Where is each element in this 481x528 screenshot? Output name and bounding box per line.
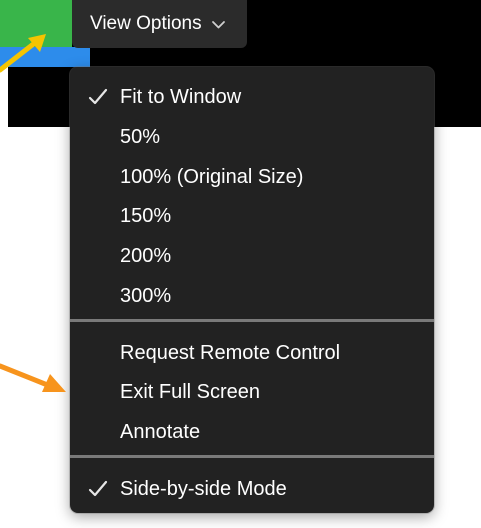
menu-item-zoom-150[interactable]: 150% xyxy=(70,196,434,236)
menu-item-zoom-300[interactable]: 300% xyxy=(70,276,434,316)
menu-separator xyxy=(70,319,434,322)
menu-item-exit-full-screen[interactable]: Exit Full Screen xyxy=(70,372,434,412)
yellow-arrow-icon xyxy=(0,34,46,73)
menu-item-label: 50% xyxy=(120,125,161,148)
menu-item-fit-to-window[interactable]: Fit to Window xyxy=(70,77,434,117)
view-options-menu: Fit to Window 50% 100% (Original Size) 1… xyxy=(70,67,434,513)
menu-item-annotate[interactable]: Annotate xyxy=(70,412,434,452)
menu-item-label: Request Remote Control xyxy=(120,341,341,364)
menu-item-zoom-50[interactable]: 50% xyxy=(70,117,434,157)
menu-item-label: Annotate xyxy=(120,420,201,443)
menu-item-label: 150% xyxy=(120,204,172,227)
menu-item-label: 300% xyxy=(120,284,172,307)
menu-item-side-by-side-mode[interactable]: Side-by-side Mode xyxy=(70,469,434,509)
orange-arrow-icon xyxy=(0,363,66,392)
checkmark-icon xyxy=(88,480,108,497)
menu-item-label: 100% (Original Size) xyxy=(120,165,304,188)
menu-item-label: Side-by-side Mode xyxy=(120,477,287,500)
menu-item-request-remote-control[interactable]: Request Remote Control xyxy=(70,333,434,373)
menu-item-label: Exit Full Screen xyxy=(120,380,261,403)
view-options-label: View Options xyxy=(90,13,202,34)
menu-item-label: 200% xyxy=(120,244,172,267)
menu-separator xyxy=(70,455,434,458)
view-options-button[interactable]: View Options xyxy=(72,0,247,48)
menu-item-label: Fit to Window xyxy=(120,85,242,108)
menu-item-zoom-100[interactable]: 100% (Original Size) xyxy=(70,157,434,197)
chevron-down-icon xyxy=(211,20,225,28)
menu-item-zoom-200[interactable]: 200% xyxy=(70,236,434,276)
checkmark-icon xyxy=(88,88,108,105)
